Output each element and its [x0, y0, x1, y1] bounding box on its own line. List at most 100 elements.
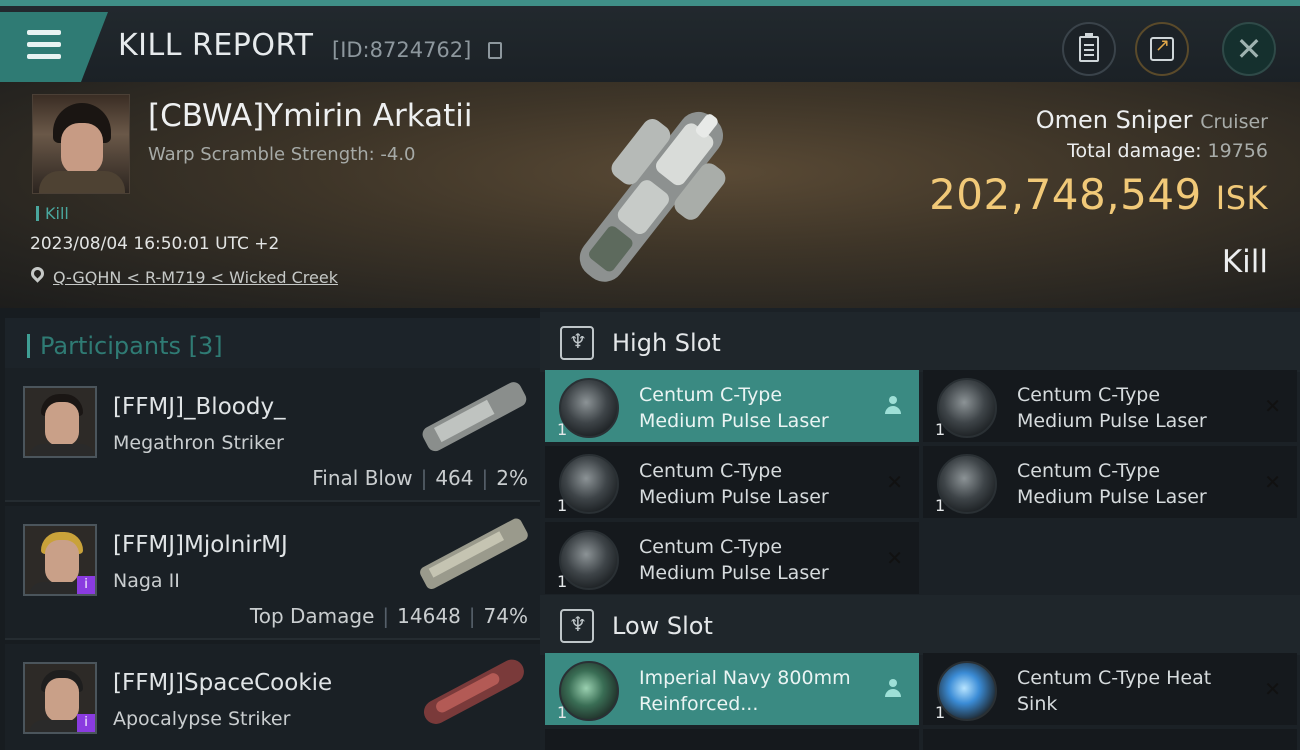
- low-slot-icon: [560, 609, 594, 643]
- module-qty: 1: [935, 420, 946, 439]
- participants-heading: Participants [3]: [27, 334, 223, 358]
- kill-location-link[interactable]: Q-GQHN < R-M719 < Wicked Creek: [53, 268, 338, 287]
- module-qty: 1: [557, 572, 568, 591]
- destroyed-x-icon: ✕: [886, 470, 903, 494]
- high-slot-icon: [560, 326, 594, 360]
- pulse-laser-icon: [559, 530, 619, 590]
- participant-name: [FFMJ]MjolnirMJ: [113, 532, 288, 558]
- pulse-laser-icon: [559, 378, 619, 438]
- participant-stat-label: Final Blow: [312, 466, 413, 490]
- close-icon: ✕: [1235, 30, 1263, 68]
- participant-ship: Megathron Striker: [113, 432, 284, 454]
- destroyed-x-icon: ✕: [1264, 470, 1281, 494]
- high-slot-header: High Slot: [540, 312, 1300, 372]
- location-pin-icon: [28, 264, 47, 283]
- clipboard-button[interactable]: [1062, 22, 1116, 76]
- module-name: Centum C-Type Heat Sink: [1017, 667, 1212, 715]
- victim-avatar[interactable]: [32, 94, 130, 194]
- participant-stats: Final Blow | 464 | 2%: [312, 466, 528, 490]
- low-slot-header: Low Slot: [540, 595, 1300, 655]
- module-item[interactable]: 1 Centum C-Type Medium Pulse Laser ✕: [545, 522, 919, 594]
- fitting-panel: High Slot 1 Centum C-Type Medium Pulse L…: [540, 308, 1300, 750]
- module-item[interactable]: 1 Centum C-Type Medium Pulse Laser ✕: [545, 446, 919, 518]
- module-item[interactable]: 1 Centum C-Type Medium Pulse Laser: [545, 370, 919, 442]
- participant-avatar[interactable]: i: [23, 524, 97, 596]
- participant-ship-image: [423, 659, 524, 724]
- hamburger-icon: [27, 30, 61, 35]
- module-item[interactable]: 1 Centum C-Type Heat Sink ✕: [923, 653, 1297, 725]
- kill-tag: Kill: [36, 206, 69, 222]
- isk-amount: 202,748,549: [929, 170, 1202, 219]
- participant-ship-image: [420, 518, 528, 590]
- hamburger-icon-bar: [27, 54, 61, 59]
- participant-row[interactable]: [FFMJ]_Bloody_ Megathron Striker Final B…: [5, 368, 540, 502]
- participant-percent: 74%: [483, 604, 528, 628]
- heat-sink-icon: [937, 661, 997, 721]
- total-damage-label: Total damage:: [1067, 140, 1202, 162]
- participant-row[interactable]: i [FFMJ]MjolnirMJ Naga II Top Damage | 146…: [5, 506, 540, 640]
- menu-button[interactable]: [0, 12, 108, 82]
- pulse-laser-icon: [937, 454, 997, 514]
- victim-ship-image: [579, 111, 726, 282]
- total-damage: Total damage: 19756: [1067, 140, 1268, 162]
- module-name: Centum C-Type Medium Pulse Laser: [639, 384, 829, 432]
- copy-icon[interactable]: [488, 42, 502, 59]
- participant-ship: Apocalypse Striker: [113, 708, 291, 730]
- module-name: Centum C-Type Medium Pulse Laser: [639, 460, 829, 508]
- module-name: Imperial Navy 800mm Reinforced...: [639, 667, 851, 715]
- participant-ship-image: [422, 382, 527, 452]
- kill-result: Kill: [1221, 244, 1268, 280]
- share-button[interactable]: [1135, 22, 1189, 76]
- module-item[interactable]: 1 Centum C-Type Medium Pulse Laser ✕: [923, 370, 1297, 442]
- module-name: Centum C-Type Medium Pulse Laser: [639, 536, 829, 584]
- victim-name[interactable]: [CBWA]Ymirin Arkatii: [148, 98, 473, 134]
- module-name: Centum C-Type Medium Pulse Laser: [1017, 460, 1207, 508]
- info-badge-icon: i: [77, 714, 95, 732]
- module-item[interactable]: 1 Imperial Navy 800mm Reinforced...: [545, 653, 919, 725]
- module-item-partial[interactable]: [923, 729, 1297, 750]
- hamburger-icon-bar: [27, 42, 61, 47]
- destroyed-x-icon: ✕: [886, 546, 903, 570]
- module-qty: 1: [557, 420, 568, 439]
- report-id: [ID:8724762]: [332, 38, 472, 62]
- module-qty: 1: [557, 703, 568, 722]
- module-name: Centum C-Type Medium Pulse Laser: [1017, 384, 1207, 432]
- total-damage-value: 19756: [1207, 140, 1268, 162]
- clipboard-icon: [1079, 33, 1099, 62]
- destroyed-x-icon: ✕: [1264, 394, 1281, 418]
- low-slot-title: Low Slot: [612, 612, 713, 640]
- participant-name: [FFMJ]SpaceCookie: [113, 670, 333, 696]
- participant-percent: 2%: [496, 466, 528, 490]
- isk-unit: ISK: [1215, 179, 1268, 217]
- participants-header: Participants [3]: [5, 318, 540, 374]
- pulse-laser-icon: [559, 454, 619, 514]
- participant-avatar[interactable]: i: [23, 662, 97, 734]
- armor-plate-icon: [559, 661, 619, 721]
- ship-class-text: Cruiser: [1200, 111, 1268, 133]
- participant-avatar[interactable]: [23, 386, 97, 458]
- module-item[interactable]: 1 Centum C-Type Medium Pulse Laser ✕: [923, 446, 1297, 518]
- header-bar: KILL REPORT [ID:8724762] ✕: [0, 0, 1300, 82]
- isk-value: 202,748,549 ISK: [929, 170, 1268, 219]
- participant-ship: Naga II: [113, 570, 180, 592]
- close-button[interactable]: ✕: [1222, 22, 1276, 76]
- share-icon: [1150, 35, 1174, 61]
- kill-datetime: 2023/08/04 16:50:01 UTC +2: [30, 234, 280, 254]
- victim-ship-name[interactable]: Omen Sniper Cruiser: [1036, 106, 1268, 134]
- page-title: KILL REPORT: [118, 28, 314, 63]
- participants-panel: Participants [3] [FFMJ]_Bloody_ Megathro…: [0, 308, 540, 750]
- participant-row[interactable]: i [FFMJ]SpaceCookie Apocalypse Striker: [5, 644, 540, 750]
- victim-banner: [CBWA]Ymirin Arkatii Warp Scramble Stren…: [0, 82, 1300, 308]
- module-qty: 1: [935, 496, 946, 515]
- module-item-partial[interactable]: [545, 729, 919, 750]
- destroyed-x-icon: ✕: [1264, 677, 1281, 701]
- participant-damage: 464: [435, 466, 474, 490]
- pulse-laser-icon: [937, 378, 997, 438]
- person-icon: [885, 679, 901, 697]
- warp-scramble-strength: Warp Scramble Strength: -4.0: [148, 144, 416, 165]
- high-slot-title: High Slot: [612, 329, 721, 357]
- participant-damage: 14648: [397, 604, 461, 628]
- ship-name-text: Omen Sniper: [1035, 106, 1193, 134]
- participant-stats: Top Damage | 14648 | 74%: [249, 604, 528, 628]
- person-icon: [885, 396, 901, 414]
